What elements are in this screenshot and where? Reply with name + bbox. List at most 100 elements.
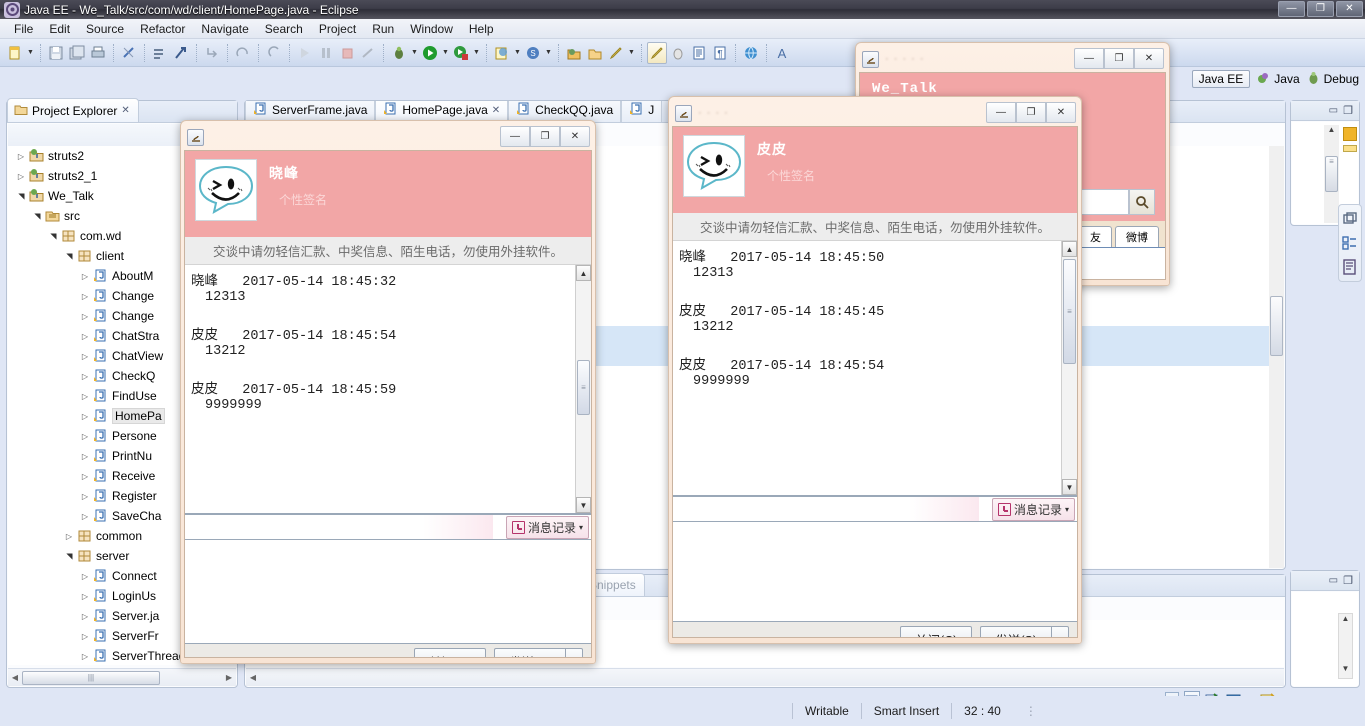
send-split-button[interactable]: 发送(S) ▾ [494,648,583,657]
minimize-view-icon[interactable]: ▭ [1329,105,1338,116]
chevron-right-icon[interactable]: ▷ [80,572,90,581]
chevron-right-icon[interactable]: ▷ [80,612,90,621]
chevron-right-icon[interactable]: ▷ [16,152,26,161]
we-talk-window-controls[interactable]: — ❐ ✕ [1074,48,1164,69]
list-icon[interactable] [689,42,709,64]
menu-item-source[interactable]: Source [78,20,132,38]
editor-vscrollbar[interactable] [1269,146,1284,568]
window-controls[interactable]: — ❐ ✕ [1278,1,1363,17]
debug-dropdown-caret[interactable]: ▼ [410,42,419,64]
run-external-caret[interactable]: ▼ [472,42,481,64]
perspective-debug[interactable]: Debug [1306,70,1359,88]
highlight-icon[interactable] [647,41,667,64]
paragraph-icon[interactable]: ¶ [710,42,730,64]
scroll-left-arrow[interactable]: ◀ [8,673,22,682]
close-button[interactable]: ✕ [1134,48,1164,69]
chevron-right-icon[interactable]: ▷ [80,512,90,521]
chevron-right-icon[interactable]: ▷ [80,632,90,641]
minimize-button[interactable]: — [986,102,1016,123]
search-scope-icon[interactable]: S [523,42,543,64]
chat2-message-list[interactable]: 晓峰 2017-05-14 18:45:50 12313 皮皮 2017-05-14… [673,241,1077,496]
scroll-up-arrow[interactable]: ▲ [1339,614,1352,628]
message-history-button[interactable]: 消息记录 ▾ [991,498,1075,521]
tab-project-explorer[interactable]: Project Explorer ✕ [7,98,139,122]
chevron-down-icon[interactable]: ▾ [579,523,583,532]
annotate-icon[interactable] [668,42,688,64]
outline-vscroll-thumb[interactable]: ≡ [1325,156,1338,192]
scroll-up-arrow[interactable]: ▲ [576,265,591,281]
project-explorer-hscrollbar[interactable]: ◀ ||| ▶ [8,668,236,686]
scroll-left-arrow[interactable]: ◀ [246,673,260,682]
chevron-down-icon[interactable]: ◢ [17,191,26,201]
run-dropdown-caret[interactable]: ▼ [441,42,450,64]
chat2-vscrollbar[interactable]: ▲ ≡ ▼ [1061,241,1077,495]
maximize-button[interactable]: ❐ [1104,48,1134,69]
new-icon[interactable] [5,42,25,64]
step-into-icon[interactable] [202,42,222,64]
maximize-view-icon[interactable]: ❐ [1343,104,1353,117]
chevron-right-icon[interactable]: ▷ [16,172,26,181]
maximize-button[interactable]: ❐ [1307,1,1334,17]
open-folder-icon[interactable] [585,42,605,64]
chat2-vscroll-thumb[interactable]: ≡ [1063,259,1076,364]
send-options-caret-icon[interactable]: ▾ [564,648,583,657]
chevron-right-icon[interactable]: ▷ [80,332,90,341]
save-all-icon[interactable] [67,42,87,64]
close-button[interactable]: ✕ [1046,102,1076,123]
scroll-down-arrow[interactable]: ▼ [1062,479,1077,495]
editor-tab-serverframe-java[interactable]: ServerFrame.java [245,101,376,122]
chevron-right-icon[interactable]: ▷ [64,532,74,541]
minimize-view-icon[interactable]: ▭ [1329,575,1338,586]
maximize-view-icon[interactable]: ❐ [1343,574,1353,587]
perspective-java-ee[interactable]: Java EE [1191,70,1251,88]
avatar[interactable] [683,135,745,197]
close-icon[interactable]: ✕ [492,105,500,116]
chevron-right-icon[interactable]: ▷ [80,352,90,361]
build-icon[interactable] [150,42,170,64]
search-icon[interactable] [1129,189,1155,215]
chevron-right-icon[interactable]: ▷ [80,492,90,501]
close-button[interactable]: ✕ [1336,1,1363,17]
document-icon[interactable] [1342,259,1358,275]
chat1-message-list[interactable]: 晓峰 2017-05-14 18:45:32 12313 皮皮 2017-05-14… [185,265,591,514]
outline-vscrollbar[interactable]: ▲ ≡ [1324,125,1339,223]
chevron-right-icon[interactable]: ▷ [80,652,90,661]
font-icon[interactable]: A [772,42,792,64]
send-button[interactable]: 发送(S) [494,648,565,657]
chat-window-pipi[interactable]: · · · · — ❐ ✕ 皮皮 个性签名 交谈中请勿轻信汇款、中奖信息、陌生电… [668,96,1082,644]
chat1-vscrollbar[interactable]: ▲ ≡ ▼ [575,265,591,513]
editor-tab-checkqq-java[interactable]: CheckQQ.java [508,101,622,122]
chat-window-xiaofeng[interactable]: — ❐ ✕ 晓峰 个性签名 交谈中请勿轻信汇款、中奖信息、陌生电话，勿使用外挂软… [180,120,596,664]
message-history-button[interactable]: 消息记录 ▾ [505,516,589,539]
minimize-button[interactable]: — [1278,1,1305,17]
menu-item-search[interactable]: Search [257,20,311,38]
globe-icon[interactable] [741,42,761,64]
scroll-down-arrow[interactable]: ▼ [1339,664,1352,678]
chat1-vscroll-thumb[interactable]: ≡ [577,360,590,415]
menu-item-help[interactable]: Help [461,20,502,38]
chevron-right-icon[interactable]: ▷ [80,372,90,381]
close-button[interactable]: ✕ [560,126,590,147]
disconnect-icon[interactable] [358,42,378,64]
debug-icon[interactable] [389,42,409,64]
chevron-down-icon[interactable]: ◢ [49,231,58,241]
open-type-icon[interactable] [564,42,584,64]
close-icon[interactable]: ✕ [121,105,129,116]
new-web-project-icon[interactable] [492,42,512,64]
chevron-right-icon[interactable]: ▷ [80,452,90,461]
resume-icon[interactable] [295,42,315,64]
send-options-caret-icon[interactable]: ▾ [1050,626,1069,637]
suspend-icon[interactable] [316,42,336,64]
chat2-window-controls[interactable]: — ❐ ✕ [986,102,1076,123]
send-button[interactable]: 发送(S) [980,626,1051,637]
menu-item-project[interactable]: Project [311,20,364,38]
perspective-java[interactable]: Java [1256,70,1300,88]
pen-caret[interactable]: ▼ [627,42,636,64]
chevron-right-icon[interactable]: ▷ [80,292,90,301]
save-icon[interactable] [46,42,66,64]
maximize-button[interactable]: ❐ [530,126,560,147]
menu-item-refactor[interactable]: Refactor [132,20,193,38]
chevron-down-icon[interactable]: ▾ [1065,505,1069,514]
tasks-vscrollbar[interactable]: ▲ ▼ [1338,613,1353,679]
chevron-right-icon[interactable]: ▷ [80,312,90,321]
